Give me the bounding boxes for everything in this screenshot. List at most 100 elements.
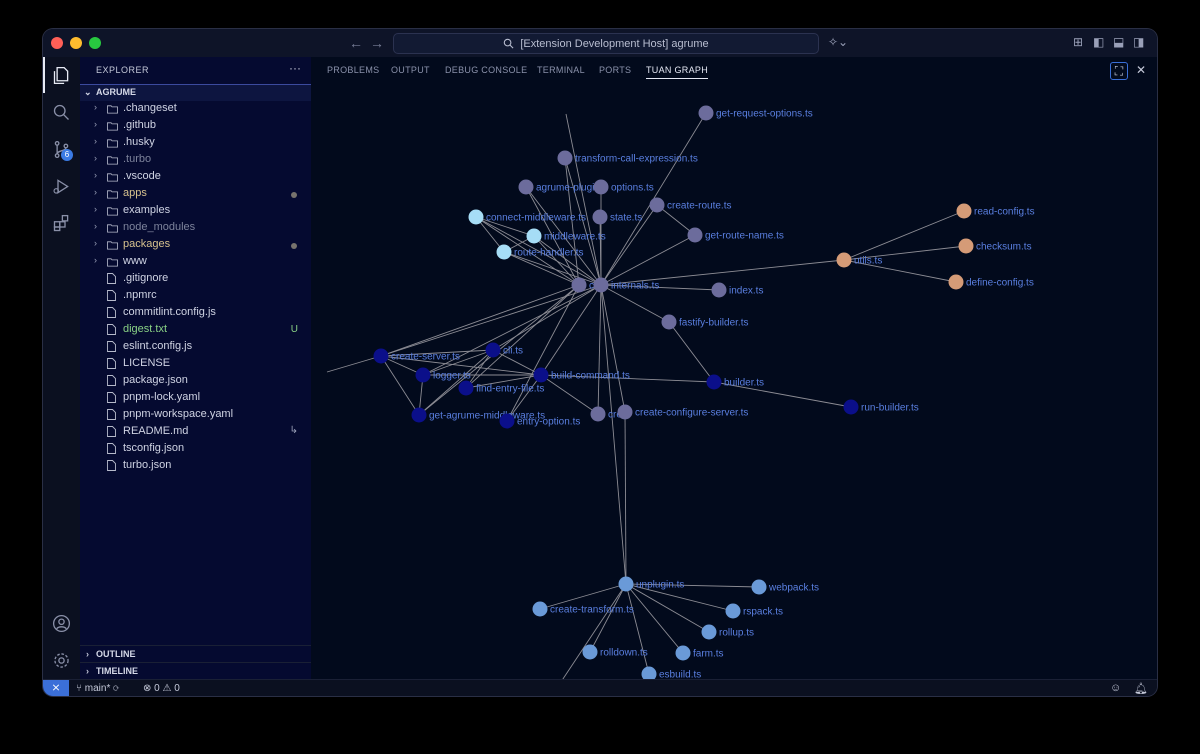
accounts-icon[interactable] — [51, 613, 72, 634]
graph-node-create-server[interactable] — [373, 348, 389, 364]
tree-item-license[interactable]: LICENSE — [80, 356, 311, 373]
graph-node-create-transform[interactable] — [532, 601, 548, 617]
graph-node-state[interactable] — [592, 209, 608, 225]
outline-section[interactable]: › OUTLINE — [80, 645, 311, 663]
graph-node-route-handler[interactable] — [496, 244, 512, 260]
tree-item-pnpm-lock-yaml[interactable]: pnpm-lock.yaml — [80, 390, 311, 407]
graph-node-run-builder[interactable] — [843, 399, 859, 415]
tree-item-changeset[interactable]: › .changeset — [80, 101, 311, 118]
minimize-window-button[interactable] — [70, 37, 82, 49]
tree-item-node-modules[interactable]: › node_modules — [80, 220, 311, 237]
graph-node-utils[interactable] — [836, 252, 852, 268]
graph-node-get-request-options[interactable] — [698, 105, 714, 121]
tree-item-npmrc[interactable]: .npmrc — [80, 288, 311, 305]
toggle-panel-icon[interactable]: ⬓ — [1113, 35, 1124, 49]
problems-indicator[interactable]: ⊗ 0 ⚠ 0 — [143, 683, 180, 694]
panel-tabs: PROBLEMS OUTPUT DEBUG CONSOLE TERMINAL PORTS… — [311, 57, 1157, 83]
timeline-section[interactable]: › TIMELINE — [80, 662, 311, 680]
tree-item-turbo[interactable]: › .turbo — [80, 152, 311, 169]
graph-node-find-entry-file[interactable] — [458, 380, 474, 396]
notifications-bell-icon[interactable]: 🔔︎ — [1134, 682, 1148, 695]
graph-node-label: create-transform.ts — [550, 605, 634, 616]
graph-node-options[interactable] — [593, 179, 609, 195]
dependency-graph[interactable]: get-request-options.ts transform-call-exp… — [311, 83, 1157, 679]
tab-terminal[interactable]: TERMINAL — [537, 65, 585, 75]
graph-node-get-route-name[interactable] — [687, 227, 703, 243]
zoom-window-button[interactable] — [89, 37, 101, 49]
copilot-status-icon[interactable]: ☺ — [1110, 682, 1121, 694]
tree-item-package-json[interactable]: package.json — [80, 373, 311, 390]
graph-node-farm[interactable] — [675, 645, 691, 661]
tree-item-examples[interactable]: › examples — [80, 203, 311, 220]
graph-node-rolldown[interactable] — [582, 644, 598, 660]
graph-node-define-config[interactable] — [948, 274, 964, 290]
remote-indicator-icon[interactable]: ⨯ — [43, 680, 69, 696]
graph-node-index[interactable] — [711, 282, 727, 298]
search-icon[interactable] — [51, 102, 72, 123]
explorer-icon[interactable] — [51, 65, 72, 86]
graph-node-create-configure-server[interactable] — [617, 404, 633, 420]
graph-node-read-config[interactable] — [956, 203, 972, 219]
graph-node-get-agrume-middleware[interactable] — [411, 407, 427, 423]
workspace-root[interactable]: ⌄ AGRUME — [80, 84, 311, 101]
tab-problems[interactable]: PROBLEMS — [327, 65, 379, 75]
tab-debug-console[interactable]: DEBUG CONSOLE — [445, 65, 527, 75]
tree-item-commitlint-config-js[interactable]: commitlint.config.js — [80, 305, 311, 322]
graph-node-transform-call-expression[interactable] — [557, 150, 573, 166]
maximize-panel-icon[interactable]: ⛶ — [1110, 62, 1128, 80]
graph-node-entry-option[interactable] — [499, 413, 515, 429]
graph-node-connect-middleware[interactable] — [468, 209, 484, 225]
activity-bar: 6 — [43, 57, 81, 679]
tab-ports[interactable]: PORTS — [599, 65, 631, 75]
tab-output[interactable]: OUTPUT — [391, 65, 430, 75]
tree-item-eslint-config-js[interactable]: eslint.config.js — [80, 339, 311, 356]
graph-node-rollup[interactable] — [701, 624, 717, 640]
graph-node-agrume-plugin[interactable] — [518, 179, 534, 195]
graph-node-c[interactable] — [571, 277, 587, 293]
graph-node-builder[interactable] — [706, 374, 722, 390]
graph-node-logger[interactable] — [415, 367, 431, 383]
close-panel-icon[interactable]: ✕ — [1133, 62, 1149, 78]
graph-node-rspack[interactable] — [725, 603, 741, 619]
extensions-icon[interactable] — [51, 213, 72, 234]
graph-node-build-command[interactable] — [533, 367, 549, 383]
graph-node-fastify-builder[interactable] — [661, 314, 677, 330]
tree-item-digest-txt[interactable]: digest.txt U — [80, 322, 311, 339]
tree-item-vscode[interactable]: › .vscode — [80, 169, 311, 186]
tree-item-www[interactable]: › www — [80, 254, 311, 271]
tree-item-pnpm-workspace-yaml[interactable]: pnpm-workspace.yaml — [80, 407, 311, 424]
toggle-sidebar-icon[interactable]: ◧ — [1093, 35, 1104, 49]
graph-node-unplugin[interactable] — [618, 576, 634, 592]
command-center[interactable]: [Extension Development Host] agrume — [393, 33, 819, 54]
branch-indicator[interactable]: ⑂ main* ⟳ — [76, 683, 119, 694]
tree-item-packages[interactable]: › packages — [80, 237, 311, 254]
graph-node-webpack[interactable] — [751, 579, 767, 595]
tree-item-readme-md[interactable]: README.md ↳ — [80, 424, 311, 441]
graph-node-esbuild[interactable] — [641, 666, 657, 680]
graph-node-create-route[interactable] — [649, 197, 665, 213]
close-window-button[interactable] — [51, 37, 63, 49]
toggle-secondary-sidebar-icon[interactable]: ◨ — [1133, 35, 1144, 49]
forward-arrow-icon[interactable]: → — [370, 35, 384, 51]
run-debug-icon[interactable] — [51, 176, 72, 197]
tree-item-husky[interactable]: › .husky — [80, 135, 311, 152]
graph-node-cre[interactable] — [590, 406, 606, 422]
tree-item-turbo-json[interactable]: turbo.json — [80, 458, 311, 475]
more-actions-icon[interactable]: ··· — [289, 61, 301, 75]
customize-layout-icon[interactable]: ⊞ — [1073, 35, 1083, 49]
settings-gear-icon[interactable] — [51, 650, 72, 671]
graph-node-cli[interactable] — [485, 342, 501, 358]
tree-item-tsconfig-json[interactable]: tsconfig.json — [80, 441, 311, 458]
graph-node-internals[interactable] — [593, 277, 609, 293]
tree-item-gitignore[interactable]: .gitignore — [80, 271, 311, 288]
copilot-icon[interactable]: ✧⌄ — [828, 35, 848, 49]
back-arrow-icon[interactable]: ← — [349, 35, 363, 51]
file-icon — [107, 426, 116, 437]
chevron-right-icon: › — [94, 170, 97, 180]
tree-item-label: README.md — [123, 425, 189, 437]
graph-node-checksum[interactable] — [958, 238, 974, 254]
graph-node-middleware[interactable] — [526, 228, 542, 244]
tree-item-apps[interactable]: › apps — [80, 186, 311, 203]
tree-item-github[interactable]: › .github — [80, 118, 311, 135]
tab-tuan-graph[interactable]: TUAN GRAPH — [646, 65, 709, 79]
